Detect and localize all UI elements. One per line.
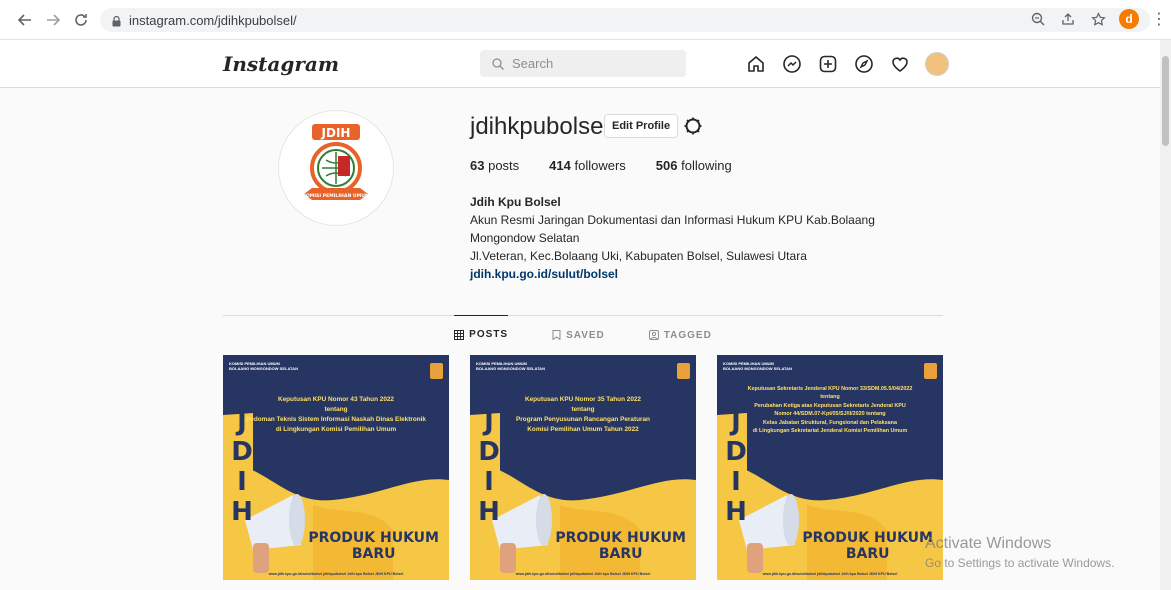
explore-compass-icon[interactable] (853, 53, 875, 75)
tab-tagged[interactable]: TAGGED (648, 316, 712, 354)
bookmark-star-icon[interactable] (1089, 10, 1107, 28)
post-header-text: KOMISI PEMILIHAN UMUM BOLAANG MONGONDOW … (723, 361, 792, 371)
profile-tabs: POSTS SAVED TAGGED (223, 315, 943, 354)
post-produk-label: PRODUK HUKUM BARU (555, 530, 686, 562)
post-headline: Keputusan KPU Nomor 43 Tahun 2022 tentan… (246, 396, 426, 433)
new-post-icon[interactable] (817, 53, 839, 75)
more-menu-icon[interactable]: ⋮ (1151, 9, 1167, 29)
tag-person-icon (648, 330, 659, 340)
forward-arrow-icon[interactable] (42, 9, 64, 31)
watermark-title: Activate Windows (925, 535, 1052, 552)
grid-icon (454, 329, 465, 340)
windows-activation-watermark: Activate Windows Go to Settings to activ… (925, 535, 1114, 570)
scrollbar-thumb[interactable] (1162, 56, 1169, 146)
back-arrow-icon[interactable] (14, 9, 36, 31)
post-jdih-letters: J D I H (478, 407, 500, 527)
post-jdih-letters: J D I H (231, 407, 253, 527)
kpu-emblem-icon (677, 363, 690, 379)
jdih-logo: JDIH KOMISI PEMILIHAN UMUM (302, 124, 370, 200)
post-header-text: KOMISI PEMILIHAN UMUM BOLAANG MONGONDOW … (476, 361, 545, 371)
svg-text:KOMISI PEMILIHAN UMUM: KOMISI PEMILIHAN UMUM (302, 193, 369, 199)
kpu-emblem-icon (430, 363, 443, 379)
browser-profile-avatar[interactable]: d (1119, 9, 1139, 29)
lock-icon (112, 15, 121, 27)
tab-saved[interactable]: SAVED (552, 316, 605, 354)
followers-stat[interactable]: 414 followers (549, 158, 626, 173)
post-footer: www.jdih.kpu.go.id/sulut/bolsel jdihkpub… (515, 572, 651, 576)
bookmark-icon (552, 330, 561, 340)
posts-count-stat: 63 posts (470, 158, 520, 173)
browser-toolbar: instagram.com/jdihkpubolsel/ d ⋮ (0, 0, 1171, 40)
page-scrollbar[interactable] (1160, 40, 1171, 590)
instagram-nav (745, 52, 949, 76)
bio-website-link[interactable]: jdih.kpu.go.id/sulut/bolsel (470, 265, 910, 283)
activity-heart-icon[interactable] (889, 53, 911, 75)
share-icon[interactable] (1059, 10, 1077, 28)
post-jdih-letters: J D I H (725, 407, 747, 527)
search-placeholder: Search (512, 56, 554, 71)
search-icon (492, 57, 504, 70)
reload-icon[interactable] (70, 9, 92, 31)
messenger-icon[interactable] (781, 53, 803, 75)
bio-line: Akun Resmi Jaringan Dokumentasi dan Info… (470, 213, 875, 227)
profile-stats: 63 posts 414 followers 506 following (470, 158, 732, 173)
instagram-logo[interactable]: Instagram (223, 52, 339, 76)
edit-profile-button[interactable]: Edit Profile (604, 114, 679, 138)
following-stat[interactable]: 506 following (656, 158, 732, 173)
post-footer: www.jdih.kpu.go.id/sulut/bolsel jdihkpub… (762, 572, 898, 576)
settings-gear-icon[interactable] (682, 115, 704, 137)
search-input[interactable]: Search (480, 50, 686, 77)
home-icon[interactable] (745, 53, 767, 75)
tab-posts[interactable]: POSTS (454, 315, 509, 353)
post-footer: www.jdih.kpu.go.id/sulut/bolsel jdihkpub… (268, 572, 404, 576)
url-text: instagram.com/jdihkpubolsel/ (129, 12, 297, 28)
post-header-text: KOMISI PEMILIHAN UMUM BOLAANG MONGONDOW … (229, 361, 298, 371)
post-headline: Keputusan KPU Nomor 35 Tahun 2022 tentan… (516, 396, 650, 433)
kpu-emblem-icon (924, 363, 937, 379)
post-thumbnail[interactable]: KOMISI PEMILIHAN UMUM BOLAANG MONGONDOW … (223, 355, 449, 580)
instagram-header: Instagram Search (0, 40, 1160, 88)
post-thumbnail[interactable]: KOMISI PEMILIHAN UMUM BOLAANG MONGONDOW … (717, 355, 943, 580)
post-headline: Keputusan Sekretaris Jenderal KPU Nomor … (747, 386, 913, 435)
profile-full-name: Jdih Kpu Bolsel (470, 195, 561, 209)
post-produk-label: PRODUK HUKUM BARU (308, 530, 439, 562)
svg-text:JDIH: JDIH (321, 126, 351, 140)
profile-bio: Jdih Kpu Bolsel Akun Resmi Jaringan Doku… (470, 193, 910, 283)
zoom-icon[interactable] (1029, 10, 1047, 28)
profile-avatar[interactable]: JDIH KOMISI PEMILIHAN UMUM (278, 110, 394, 226)
post-thumbnail[interactable]: KOMISI PEMILIHAN UMUM BOLAANG MONGONDOW … (470, 355, 696, 580)
address-bar[interactable]: instagram.com/jdihkpubolsel/ (100, 8, 1150, 32)
profile-username: jdihkpubolsel (470, 113, 609, 140)
bio-line: Mongondow Selatan (470, 231, 580, 245)
watermark-subtitle: Go to Settings to activate Windows. (925, 556, 1115, 570)
bio-line: Jl.Veteran, Kec.Bolaang Uki, Kabupaten B… (470, 249, 807, 263)
profile-avatar-small[interactable] (925, 52, 949, 76)
post-produk-label: PRODUK HUKUM BARU (802, 530, 933, 562)
